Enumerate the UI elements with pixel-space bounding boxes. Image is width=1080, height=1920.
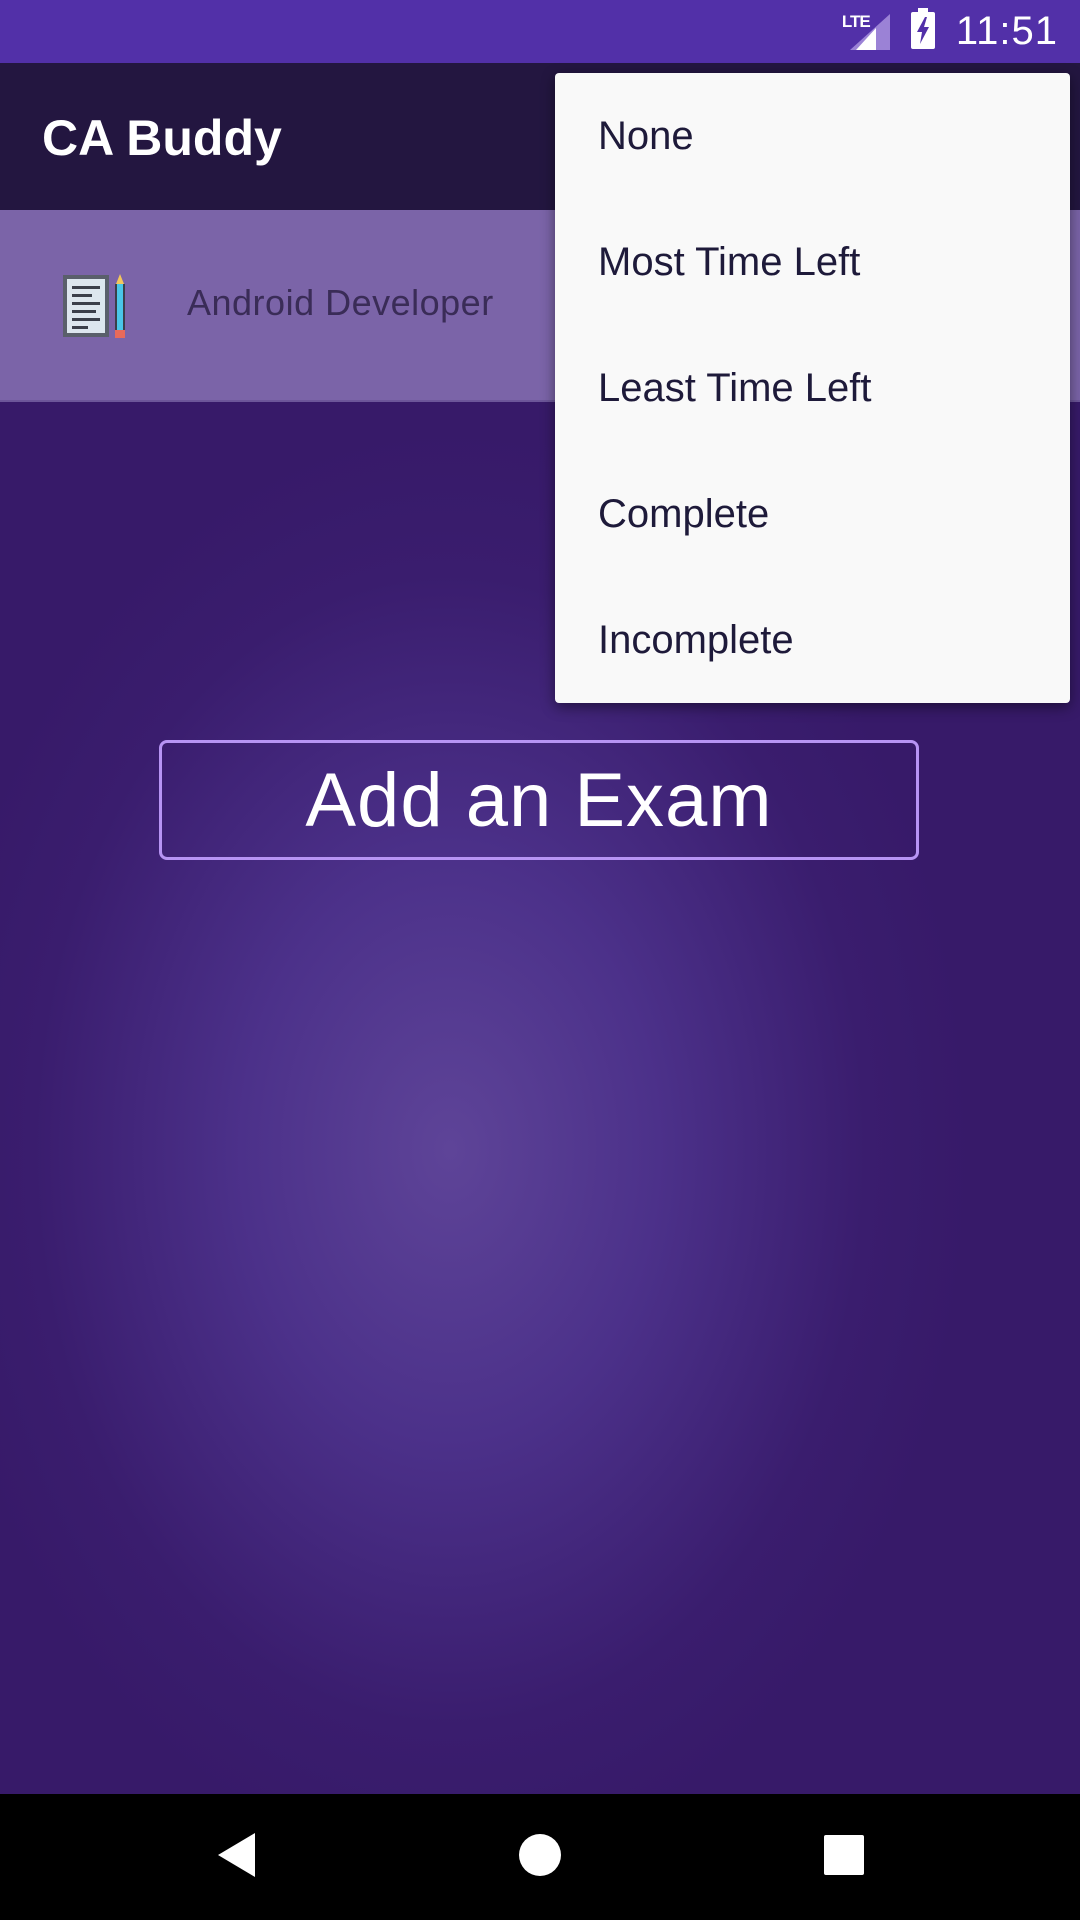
status-icons: LTE 11:51 <box>842 0 1058 63</box>
menu-item-none[interactable]: None <box>555 73 1070 199</box>
home-button[interactable] <box>480 1794 600 1920</box>
recents-button[interactable] <box>784 1794 904 1920</box>
clock: 11:51 <box>955 9 1058 53</box>
network-label: LTE <box>841 11 871 31</box>
menu-item-least-time-left[interactable]: Least Time Left <box>555 325 1070 451</box>
back-icon <box>215 1831 259 1884</box>
menu-item-most-time-left[interactable]: Most Time Left <box>555 199 1070 325</box>
home-icon <box>518 1833 562 1882</box>
recents-icon <box>824 1834 864 1880</box>
menu-item-incomplete[interactable]: Incomplete <box>555 577 1070 703</box>
back-button[interactable] <box>177 1794 297 1920</box>
battery-charging-icon <box>910 8 936 55</box>
notepad-pencil-icon <box>60 272 132 340</box>
signal-icon: LTE <box>842 12 890 52</box>
profile-title: Android Developer <box>187 282 494 323</box>
sort-menu: None Most Time Left Least Time Left Comp… <box>555 73 1070 703</box>
status-bar: LTE 11:51 <box>0 0 1080 63</box>
menu-item-complete[interactable]: Complete <box>555 451 1070 577</box>
navigation-bar <box>0 1794 1080 1920</box>
add-exam-button[interactable]: Add an Exam <box>159 740 919 860</box>
app-title: CA Buddy <box>42 110 282 166</box>
